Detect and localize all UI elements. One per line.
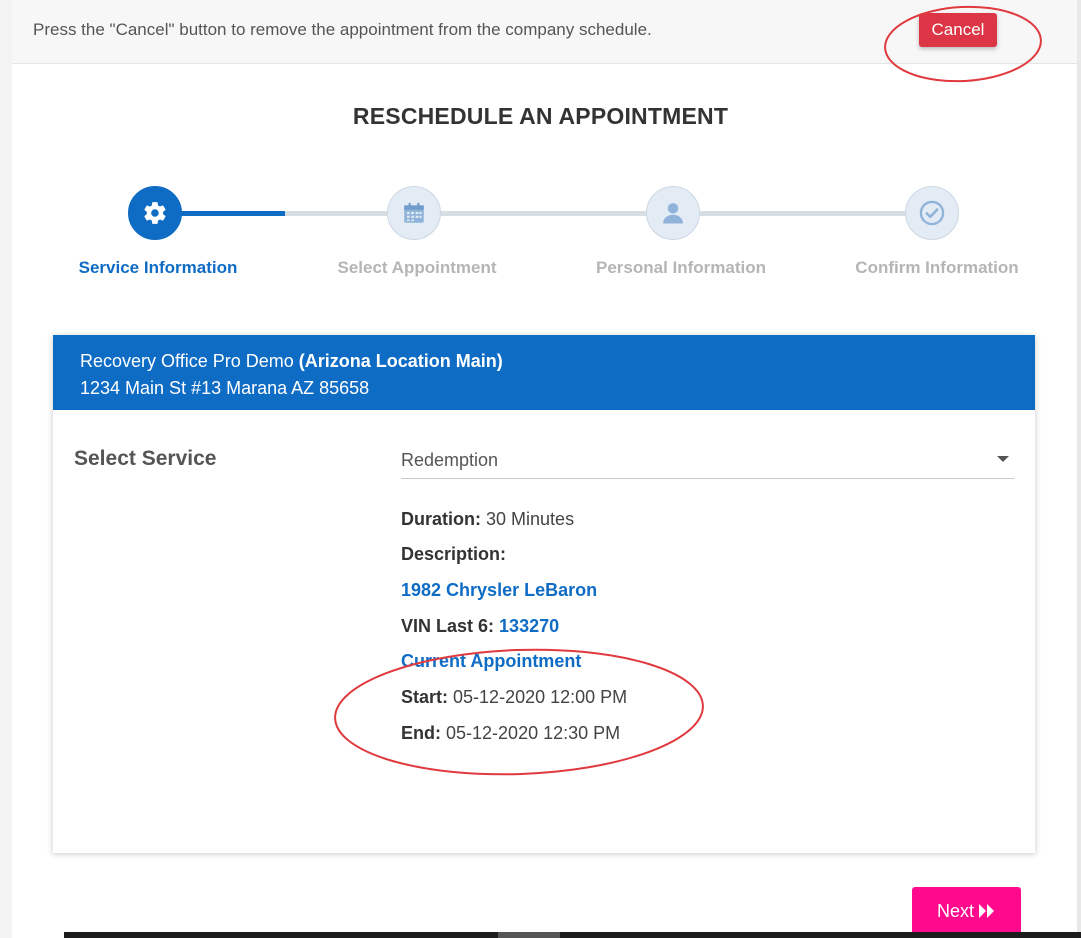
end-label: End:: [401, 723, 441, 743]
company-name: Recovery Office Pro Demo: [80, 351, 294, 371]
stepper-line-2: [440, 211, 647, 216]
duration-value: 30 Minutes: [486, 509, 575, 529]
step-label-service-information[interactable]: Service Information: [38, 258, 278, 278]
step-label-personal-information[interactable]: Personal Information: [561, 258, 801, 278]
vin-row: VIN Last 6: 133270: [401, 616, 559, 637]
start-value: 05-12-2020 12:00 PM: [453, 687, 628, 707]
caret-down-icon: [997, 456, 1009, 462]
location-name-line: Recovery Office Pro Demo (Arizona Locati…: [80, 351, 503, 372]
right-scrollbar-track: [1077, 0, 1081, 938]
service-select-value: Redemption: [401, 450, 499, 470]
end-row: End: 05-12-2020 12:30 PM: [401, 723, 620, 744]
current-appointment-heading: Current Appointment: [401, 651, 582, 671]
description-row: Description:: [401, 544, 506, 565]
vin-label: VIN Last 6:: [401, 616, 495, 636]
horizontal-scrollbar[interactable]: [64, 932, 1081, 938]
step-service-information[interactable]: [128, 186, 182, 240]
step-label-select-appointment[interactable]: Select Appointment: [297, 258, 537, 278]
stepper-progress-line: [181, 211, 285, 216]
location-address: 1234 Main St #13 Marana AZ 85658: [80, 378, 370, 398]
service-select[interactable]: Redemption: [401, 442, 1014, 479]
stepper-line-3: [700, 211, 906, 216]
step-select-appointment[interactable]: [387, 186, 441, 240]
stepper-line-1: [285, 211, 389, 216]
gear-icon: [144, 202, 166, 224]
calendar-icon: [404, 202, 424, 223]
service-card: Recovery Office Pro Demo (Arizona Locati…: [53, 335, 1035, 853]
double-chevron-right-icon: [979, 904, 994, 918]
duration-label: Duration:: [401, 509, 481, 529]
description-label: Description:: [401, 544, 507, 564]
end-value: 05-12-2020 12:30 PM: [446, 723, 621, 743]
start-label: Start:: [401, 687, 449, 707]
next-button-label: Next: [936, 900, 974, 921]
scrollbar-thumb[interactable]: [498, 932, 560, 938]
page-title: RESCHEDULE AN APPOINTMENT: [352, 103, 729, 129]
select-service-label: Select Service: [74, 447, 217, 470]
duration-row: Duration: 30 Minutes: [401, 509, 574, 530]
location-name: (Arizona Location Main): [298, 351, 503, 371]
cancel-notice-bar: Press the "Cancel" button to remove the …: [12, 0, 1077, 64]
cancel-button[interactable]: Cancel: [919, 13, 997, 47]
vehicle-name: 1982 Chrysler LeBaron: [401, 580, 598, 600]
cancel-notice-text: Press the "Cancel" button to remove the …: [33, 20, 652, 39]
check-circle-icon: [919, 200, 945, 226]
location-header: Recovery Office Pro Demo (Arizona Locati…: [53, 335, 1035, 410]
start-row: Start: 05-12-2020 12:00 PM: [401, 687, 627, 708]
step-label-confirm-information[interactable]: Confirm Information: [817, 258, 1057, 278]
user-icon: [663, 203, 683, 224]
step-personal-information[interactable]: [646, 186, 700, 240]
left-gutter: [0, 0, 12, 938]
vin-value: 133270: [499, 616, 560, 636]
next-button[interactable]: Next: [912, 887, 1021, 935]
step-confirm-information[interactable]: [905, 186, 959, 240]
